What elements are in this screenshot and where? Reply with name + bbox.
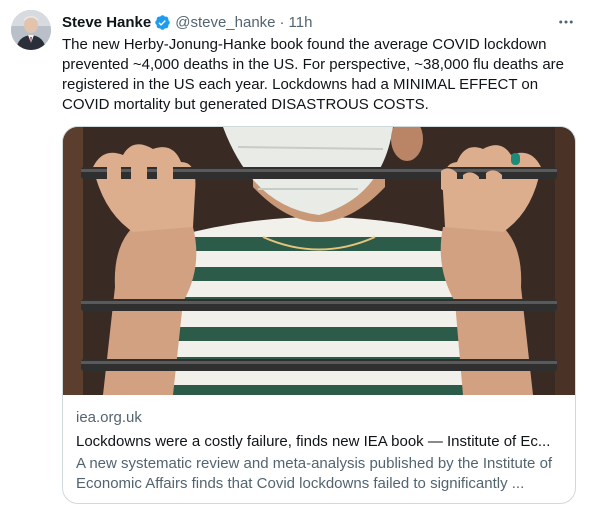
tweet-text: The new Herby-Jonung-Hanke book found th…	[62, 36, 564, 113]
card-image[interactable]	[63, 127, 575, 395]
card-description: A new systematic review and meta-analysi…	[76, 455, 553, 492]
link-card[interactable]: iea.org.uk Lockdowns were a costly failu…	[62, 126, 576, 504]
separator-dot: ·	[279, 13, 285, 31]
avatar-image	[11, 10, 51, 50]
more-options-icon[interactable]	[556, 13, 576, 31]
card-title[interactable]: Lockdowns were a costly failure, finds n…	[76, 432, 564, 452]
author-avatar[interactable]	[11, 10, 51, 50]
author-handle[interactable]: @steve_hanke	[175, 14, 275, 31]
tweet-timestamp[interactable]: 11h	[289, 14, 313, 31]
card-meta: iea.org.uk Lockdowns were a costly failu…	[76, 408, 564, 494]
author-name[interactable]: Steve Hanke	[62, 14, 151, 31]
card-domain[interactable]: iea.org.uk	[76, 408, 564, 428]
verified-badge-icon[interactable]	[154, 14, 171, 31]
tweet-header: Steve Hanke @steve_hanke · 11h	[62, 12, 312, 32]
